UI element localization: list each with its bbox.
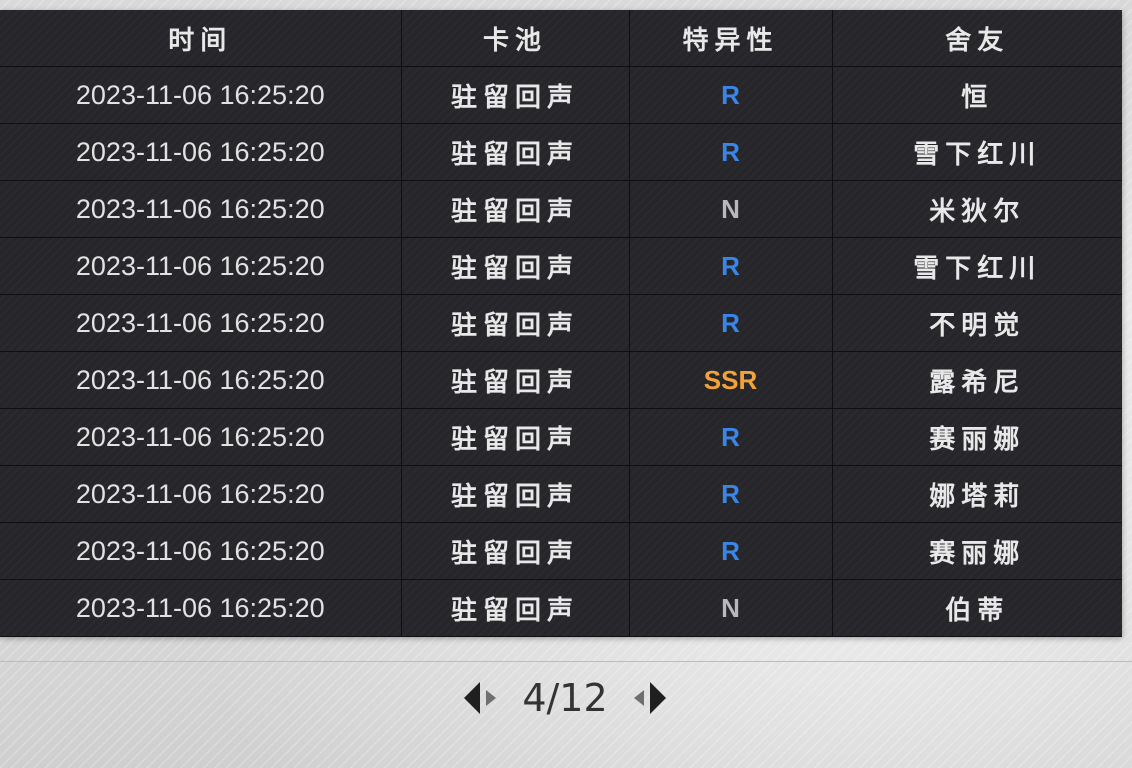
row-roommate: 不明觉 — [832, 294, 1122, 352]
table-row: 2023-11-06 16:25:20 驻留回声 R 雪下红川 — [0, 123, 1122, 181]
row-roommate: 雪下红川 — [832, 237, 1122, 295]
header-pool: 卡池 — [401, 10, 630, 67]
table-header-row: 时间 卡池 特异性 舍友 — [0, 10, 1122, 67]
row-rarity: R — [629, 66, 833, 124]
header-roommate: 舍友 — [832, 10, 1122, 67]
row-pool: 驻留回声 — [401, 294, 630, 352]
table-row: 2023-11-06 16:25:20 驻留回声 R 恒 — [0, 66, 1122, 124]
row-time: 2023-11-06 16:25:20 — [0, 180, 402, 238]
pagination: 4/12 — [440, 668, 690, 728]
row-time: 2023-11-06 16:25:20 — [0, 66, 402, 124]
row-rarity: N — [629, 180, 833, 238]
header-time: 时间 — [0, 10, 402, 67]
prev-page-button[interactable] — [460, 678, 506, 718]
row-roommate: 伯蒂 — [832, 579, 1122, 637]
row-time: 2023-11-06 16:25:20 — [0, 522, 402, 580]
table-row: 2023-11-06 16:25:20 驻留回声 R 雪下红川 — [0, 237, 1122, 295]
row-pool: 驻留回声 — [401, 180, 630, 238]
row-rarity: R — [629, 522, 833, 580]
row-rarity: R — [629, 465, 833, 523]
row-rarity: R — [629, 408, 833, 466]
row-rarity: R — [629, 237, 833, 295]
row-time: 2023-11-06 16:25:20 — [0, 237, 402, 295]
table-row: 2023-11-06 16:25:20 驻留回声 R 娜塔莉 — [0, 465, 1122, 523]
row-time: 2023-11-06 16:25:20 — [0, 408, 402, 466]
table-row: 2023-11-06 16:25:20 驻留回声 R 赛丽娜 — [0, 522, 1122, 580]
row-pool: 驻留回声 — [401, 522, 630, 580]
row-roommate: 米狄尔 — [832, 180, 1122, 238]
row-pool: 驻留回声 — [401, 237, 630, 295]
row-pool: 驻留回声 — [401, 465, 630, 523]
page-indicator: 4/12 — [522, 676, 608, 720]
table-row: 2023-11-06 16:25:20 驻留回声 SSR 露希尼 — [0, 351, 1122, 409]
divider — [0, 661, 1132, 662]
row-roommate: 娜塔莉 — [832, 465, 1122, 523]
row-pool: 驻留回声 — [401, 123, 630, 181]
table-row: 2023-11-06 16:25:20 驻留回声 N 米狄尔 — [0, 180, 1122, 238]
row-roommate: 赛丽娜 — [832, 522, 1122, 580]
row-roommate: 恒 — [832, 66, 1122, 124]
next-page-button[interactable] — [624, 678, 670, 718]
row-pool: 驻留回声 — [401, 579, 630, 637]
row-rarity: R — [629, 123, 833, 181]
prev-page-arrow-icon — [464, 682, 496, 714]
table-row: 2023-11-06 16:25:20 驻留回声 R 赛丽娜 — [0, 408, 1122, 466]
row-pool: 驻留回声 — [401, 408, 630, 466]
gacha-history-table: 时间 卡池 特异性 舍友 2023-11-06 16:25:20 驻留回声 R 恒 20… — [0, 10, 1122, 637]
row-pool: 驻留回声 — [401, 66, 630, 124]
row-rarity: N — [629, 579, 833, 637]
row-pool: 驻留回声 — [401, 351, 630, 409]
table-row: 2023-11-06 16:25:20 驻留回声 N 伯蒂 — [0, 579, 1122, 637]
row-rarity: R — [629, 294, 833, 352]
row-time: 2023-11-06 16:25:20 — [0, 294, 402, 352]
row-roommate: 雪下红川 — [832, 123, 1122, 181]
header-rarity: 特异性 — [629, 10, 833, 67]
row-time: 2023-11-06 16:25:20 — [0, 351, 402, 409]
next-page-arrow-icon — [634, 682, 666, 714]
row-rarity: SSR — [629, 351, 833, 409]
row-roommate: 露希尼 — [832, 351, 1122, 409]
row-time: 2023-11-06 16:25:20 — [0, 579, 402, 637]
row-roommate: 赛丽娜 — [832, 408, 1122, 466]
row-time: 2023-11-06 16:25:20 — [0, 465, 402, 523]
table-row: 2023-11-06 16:25:20 驻留回声 R 不明觉 — [0, 294, 1122, 352]
row-time: 2023-11-06 16:25:20 — [0, 123, 402, 181]
